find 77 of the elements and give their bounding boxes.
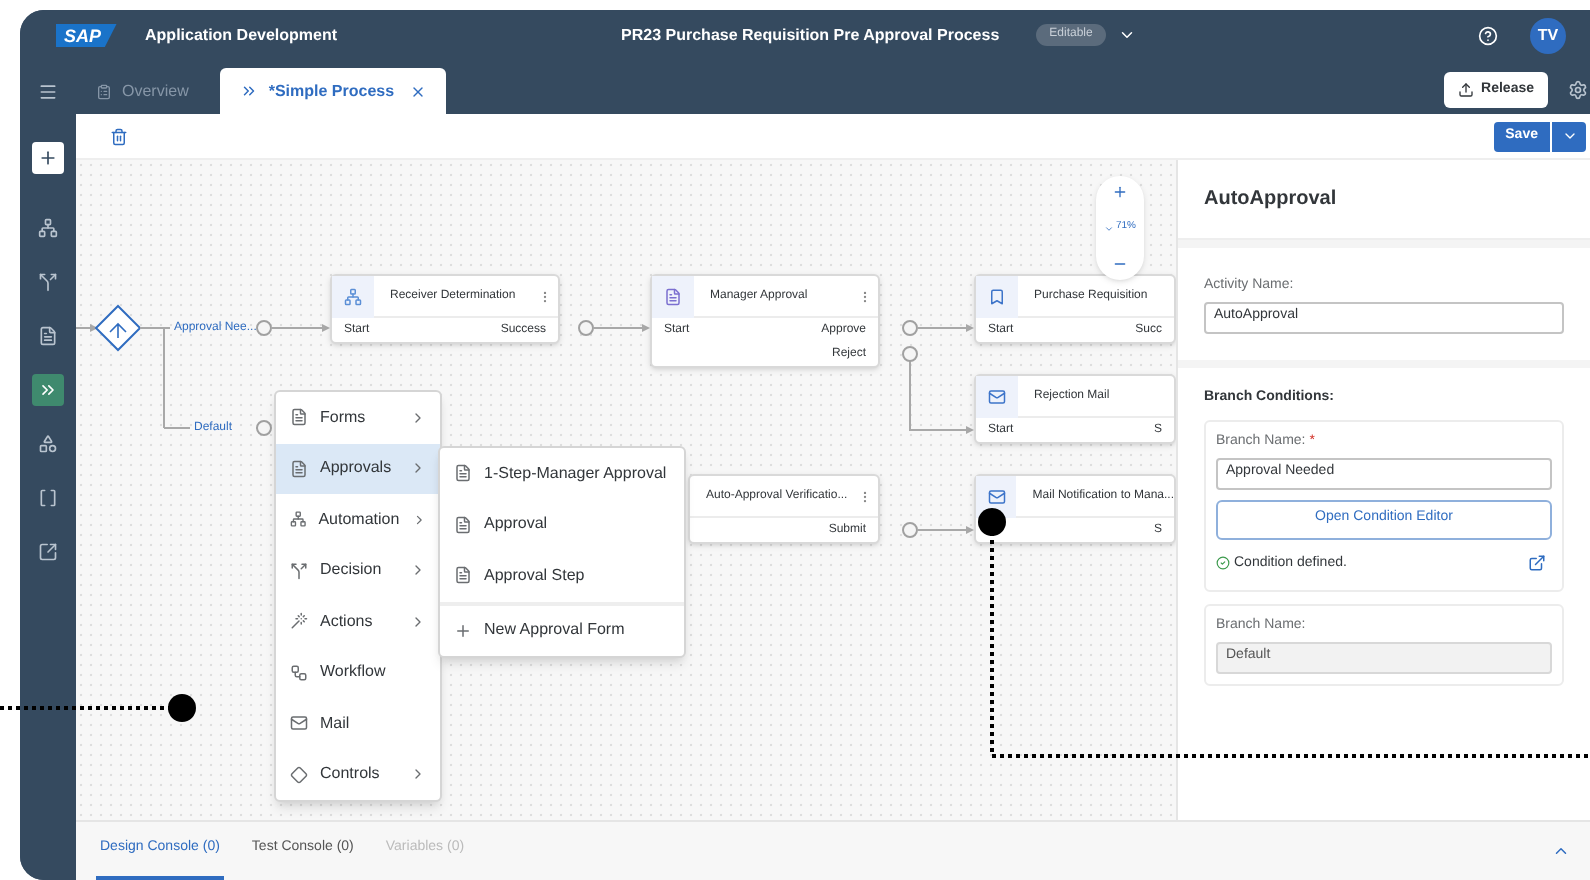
menu-item[interactable]: New Approval Form: [440, 605, 684, 656]
menu-icon: [38, 82, 58, 102]
process-title: PR23 Purchase Requisition Pre Approval Process: [621, 23, 1000, 47]
chevron-right-icon: [410, 766, 426, 783]
add-button[interactable]: [32, 142, 64, 174]
port-handle[interactable]: [902, 522, 918, 538]
zoom-in-icon[interactable]: [1112, 184, 1128, 200]
connector-arrow: [593, 324, 650, 332]
menu-item[interactable]: Forms: [276, 392, 440, 443]
chevron-right-icon: [410, 409, 426, 426]
settings-icon[interactable]: [1568, 80, 1588, 100]
diamond-icon: [290, 765, 308, 784]
chevron-right-icon: [410, 562, 426, 579]
wand-icon: [290, 612, 308, 631]
help-icon[interactable]: [1478, 25, 1498, 45]
mail-icon: [987, 487, 1006, 505]
plus-icon: [38, 148, 58, 168]
chevron-up-icon[interactable]: [1552, 842, 1570, 860]
mail-icon: [988, 387, 1006, 405]
mail-icon: [290, 714, 308, 733]
brackets-icon: [38, 488, 58, 508]
sidebar-item[interactable]: [32, 374, 64, 406]
document-icon: [38, 326, 58, 346]
editor-tab[interactable]: *Simple Process: [220, 68, 447, 114]
panel-title: AutoApproval: [1204, 186, 1337, 214]
menu-item[interactable]: Actions: [276, 596, 440, 647]
menu-item[interactable]: 1-Step-Manager Approval: [440, 448, 684, 499]
menu-item[interactable]: Decision: [276, 545, 440, 596]
port-handle[interactable]: [578, 320, 594, 336]
split-icon: [290, 561, 308, 580]
double-chevron-icon: [240, 82, 259, 100]
shapes-icon: [38, 434, 58, 454]
decision-gateway[interactable]: [94, 304, 142, 352]
logo[interactable]: SAP: [56, 23, 118, 47]
connector-arrow: [76, 324, 98, 332]
port-handle[interactable]: [256, 320, 272, 336]
chevron-down-icon[interactable]: [1118, 26, 1137, 44]
document-icon: [290, 459, 308, 478]
port-handle[interactable]: [256, 420, 272, 436]
document-icon: [454, 566, 472, 585]
connector-arrow: [917, 324, 974, 332]
external-link-icon[interactable]: [1528, 554, 1546, 573]
chevron-right-icon: [411, 511, 426, 528]
trash-icon[interactable]: [110, 127, 128, 145]
document-icon: [454, 464, 472, 483]
menu-item[interactable]: Controls: [276, 749, 440, 800]
chevron-right-icon: [410, 613, 426, 630]
hierarchy-icon: [38, 218, 58, 238]
document-icon: [290, 408, 308, 427]
menu-item[interactable]: Approval: [440, 499, 684, 550]
connector-arrow: [271, 324, 330, 332]
check-icon: [1216, 556, 1230, 571]
chevron-right-icon: [410, 460, 426, 477]
upload-icon: [1457, 82, 1474, 98]
chevron-down-icon: [1561, 128, 1577, 144]
menu-item[interactable]: Mail: [276, 698, 440, 749]
menu-item[interactable]: Automation: [276, 494, 440, 545]
app-name: Application Development: [145, 23, 338, 47]
document-icon: [454, 515, 472, 534]
workflow-icon: [290, 663, 308, 682]
clipboard-icon: [96, 83, 112, 99]
hierarchy-icon: [344, 287, 362, 305]
save-menu-button[interactable]: [1552, 121, 1586, 151]
menu-item[interactable]: Approvals: [276, 443, 440, 494]
hierarchy-icon: [290, 510, 307, 529]
bookmark-icon: [988, 287, 1006, 305]
plus-icon: [454, 621, 472, 640]
menu-item[interactable]: Approval Step: [440, 550, 684, 601]
connector-arrow: [917, 526, 974, 534]
document-icon: [664, 287, 682, 305]
user-avatar[interactable]: TV: [1530, 17, 1566, 53]
close-icon[interactable]: [410, 83, 427, 99]
menu-item[interactable]: Workflow: [276, 647, 440, 698]
double-chevron-icon: [38, 380, 58, 400]
split-icon: [38, 272, 58, 292]
connector-arrow: [909, 359, 974, 434]
export-icon: [38, 542, 58, 562]
